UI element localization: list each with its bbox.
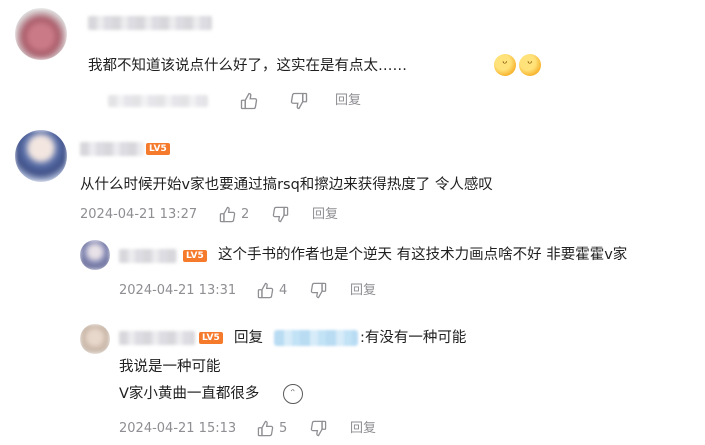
thumbs-up-icon[interactable] — [240, 92, 258, 110]
comment-text: 从什么时候开始v家也要通过搞rsq和擦边来获得热度了 令人感叹 — [80, 177, 493, 193]
mention-user[interactable] — [274, 330, 358, 346]
like-count: 5 — [279, 421, 288, 436]
comment-text: 我都不知道该说点什么好了，这实在是有点太…… — [88, 58, 407, 74]
thumbs-down-icon[interactable] — [310, 282, 327, 299]
level-badge: LV5 — [183, 250, 207, 262]
level-badge: LV5 — [199, 332, 223, 344]
reply-date: 2024-04-21 13:31 — [119, 283, 237, 298]
avatar[interactable] — [80, 324, 110, 354]
reply-text-line1: 我说是一种可能 — [119, 359, 221, 375]
thumbs-down-icon[interactable] — [310, 420, 327, 437]
comment-date: 2024-04-21 13:27 — [80, 207, 198, 222]
reply-suffix: :有没有一种可能 — [360, 330, 467, 346]
thumbs-down-icon[interactable] — [290, 92, 308, 110]
reply-date: 2024-04-21 15:13 — [119, 421, 237, 436]
avatar[interactable] — [15, 130, 67, 182]
thumbs-up-icon[interactable] — [219, 206, 236, 223]
username[interactable] — [119, 249, 177, 263]
reply-text-line2: V家小黄曲一直都很多 — [119, 386, 260, 402]
thumbs-up-icon[interactable] — [257, 282, 274, 299]
like-count: 2 — [241, 207, 250, 222]
reply-button[interactable]: 回复 — [350, 420, 376, 438]
reply-prefix: 回复 — [234, 330, 263, 346]
reply-button[interactable]: 回复 — [335, 92, 361, 110]
thumbs-up-icon[interactable] — [257, 420, 274, 437]
level-badge: LV5 — [146, 143, 170, 155]
username[interactable] — [80, 142, 144, 156]
reply-text: 这个手书的作者也是个逆天 有这技术力画点啥不好 非要霍霍v家 — [218, 247, 628, 263]
like-count: 4 — [279, 283, 288, 298]
username[interactable] — [88, 16, 212, 30]
reply-button[interactable]: 回复 — [350, 282, 376, 300]
reply-button[interactable]: 回复 — [312, 206, 338, 224]
grin-emoji-icon: ᵕ — [494, 54, 516, 76]
avatar[interactable] — [80, 240, 110, 270]
thumbs-down-icon[interactable] — [272, 206, 289, 223]
username[interactable] — [119, 331, 195, 345]
blurred-meta — [108, 95, 208, 107]
cry-emoji-icon: ᵕ — [519, 54, 541, 76]
smile-emoji-icon: ᵔ — [283, 384, 303, 404]
avatar[interactable] — [15, 8, 67, 60]
